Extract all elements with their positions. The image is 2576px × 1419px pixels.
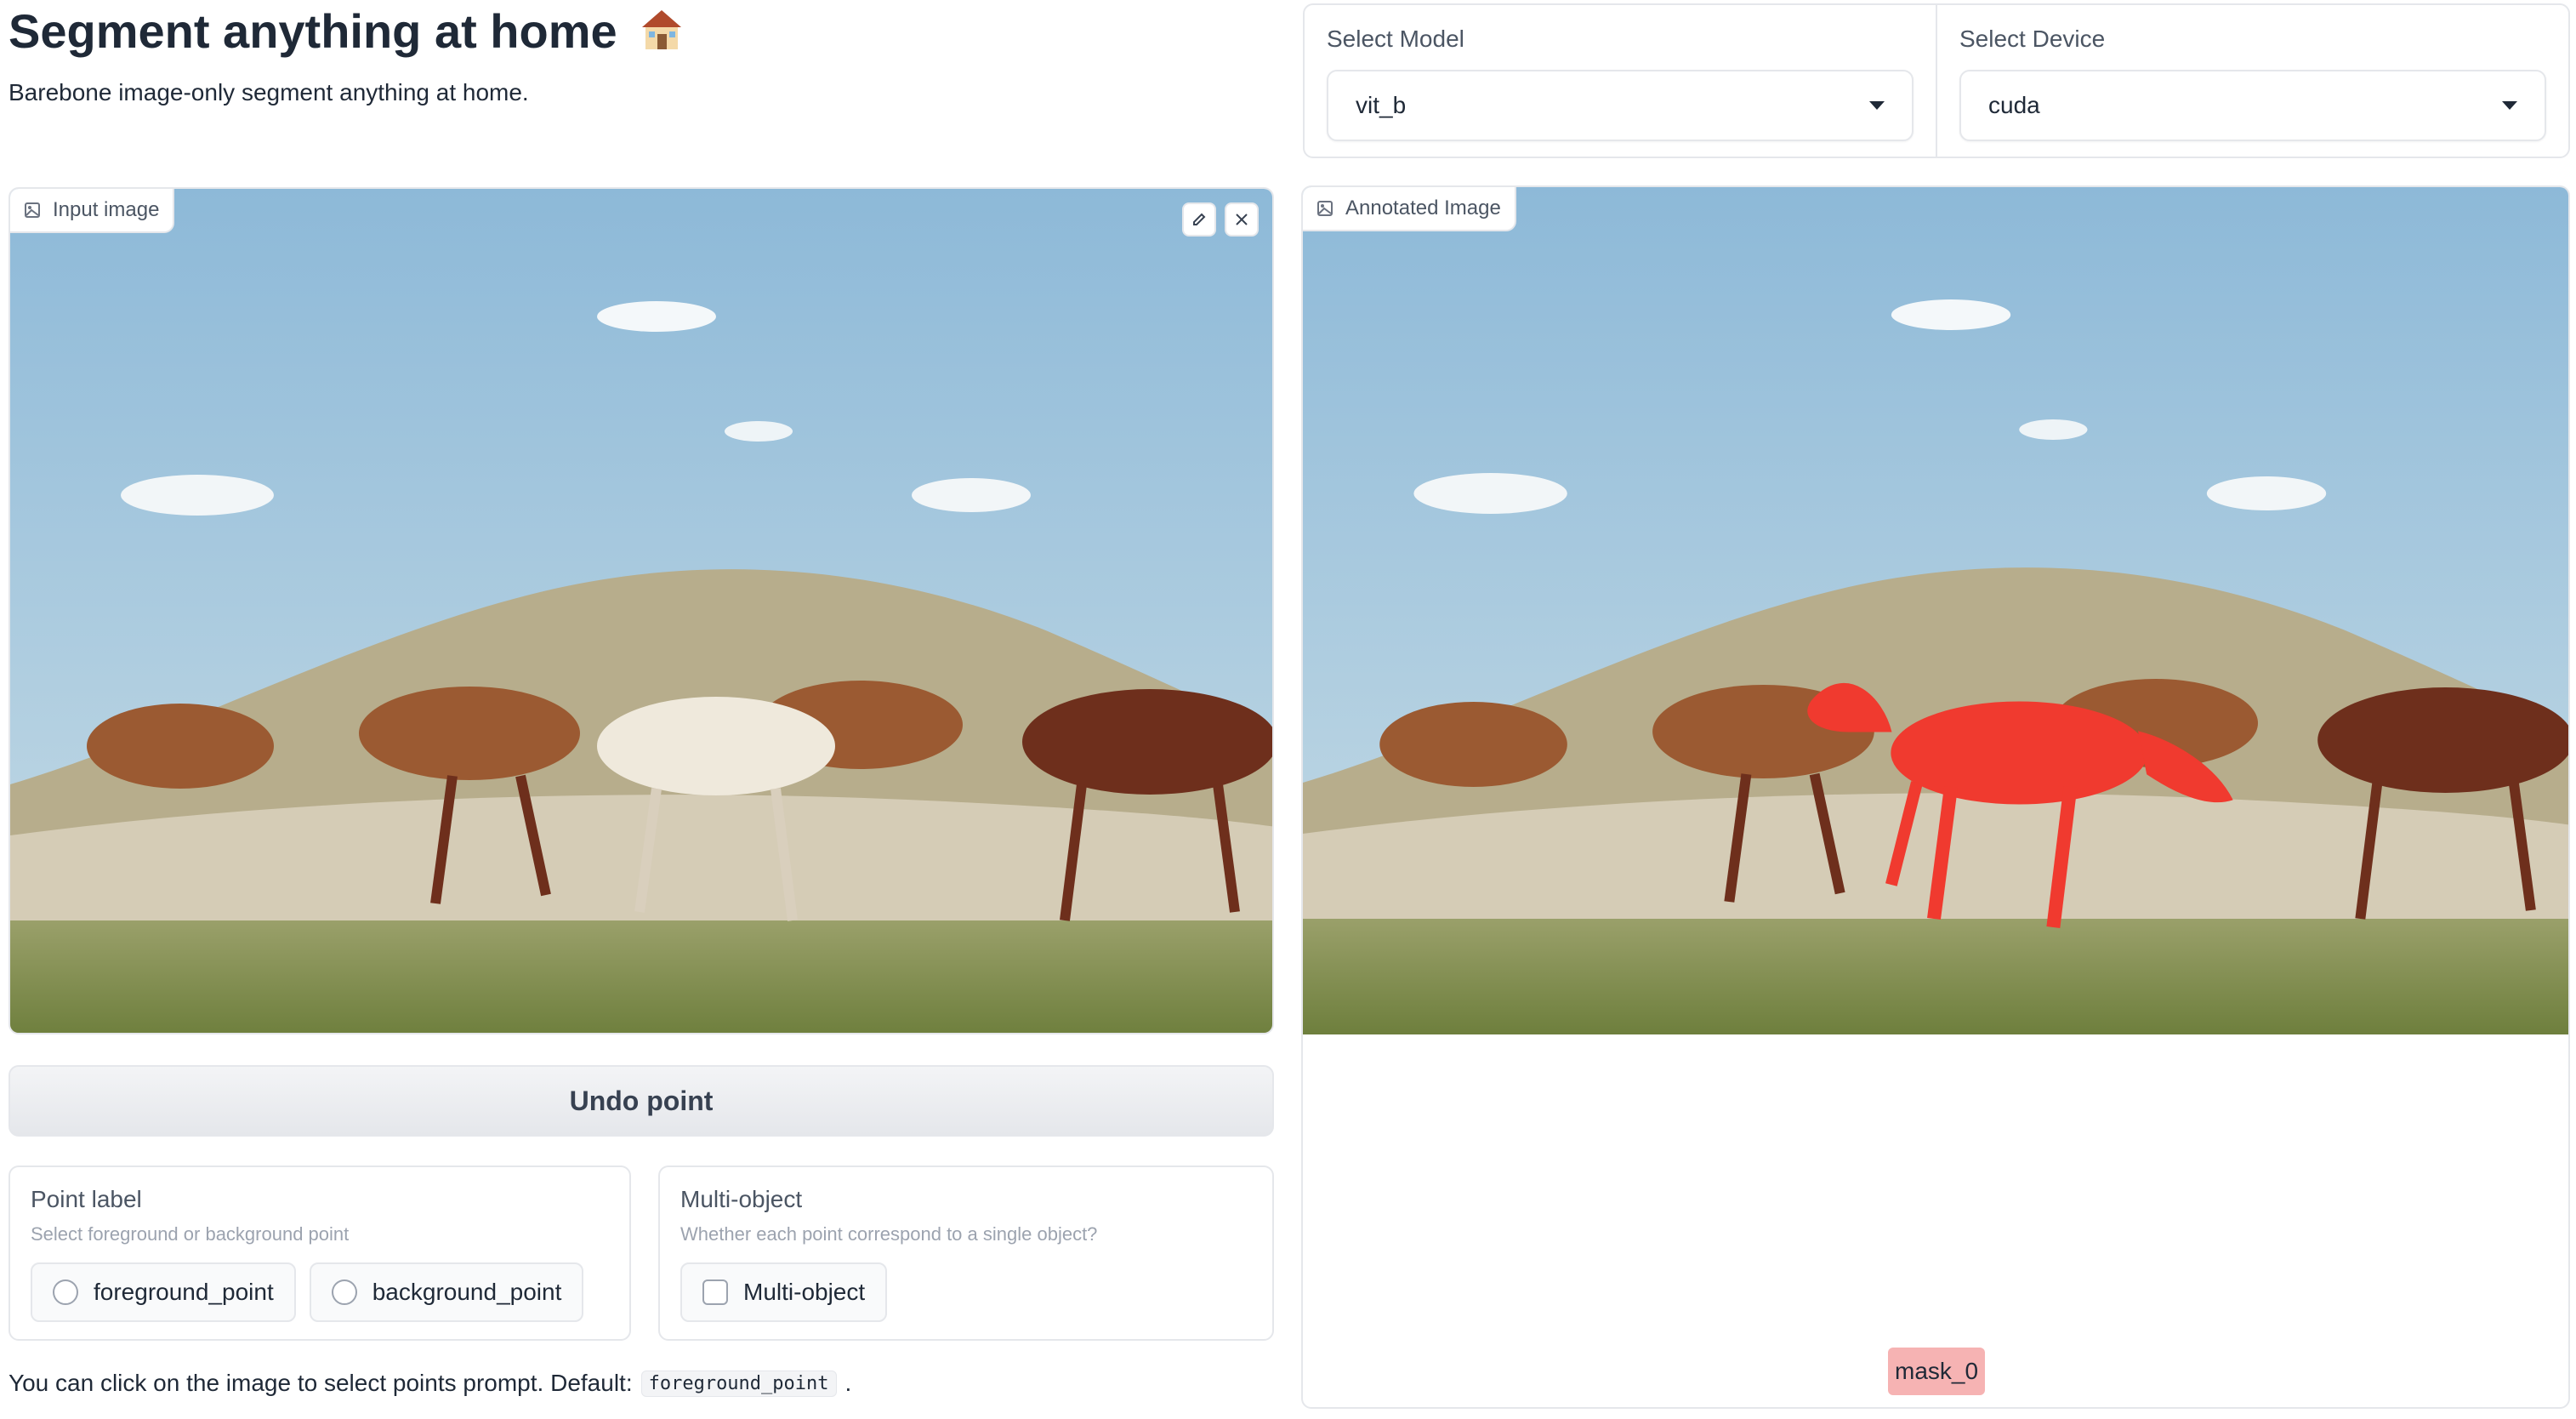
page-title: Segment anything at home bbox=[9, 3, 685, 59]
mask-legend-chip[interactable]: mask_0 bbox=[1888, 1348, 1986, 1395]
device-dropdown[interactable]: cuda bbox=[1959, 70, 2546, 141]
foreground-point-label: foreground_point bbox=[94, 1279, 274, 1305]
background-point-label: background_point bbox=[372, 1279, 562, 1305]
image-tools bbox=[1182, 202, 1259, 236]
close-icon bbox=[1236, 214, 1248, 225]
point-label-group: Point label Select foreground or backgro… bbox=[9, 1165, 631, 1341]
multi-object-info: Whether each point correspond to a singl… bbox=[680, 1223, 1098, 1245]
device-setting: Select Device cuda bbox=[1936, 5, 2568, 157]
point-label-options: foreground_point background_point bbox=[31, 1262, 609, 1322]
input-image-panel[interactable]: Input image bbox=[9, 187, 1274, 1034]
edit-icon bbox=[1193, 213, 1206, 225]
device-label: Select Device bbox=[1959, 26, 2106, 52]
input-image-badge: Input image bbox=[10, 189, 175, 233]
model-setting: Select Model vit_b bbox=[1305, 5, 1936, 157]
edit-button[interactable] bbox=[1182, 202, 1216, 236]
radio-circle bbox=[331, 1279, 357, 1305]
default-code: foreground_point bbox=[640, 1370, 837, 1397]
settings-panel: Select Model vit_b Select Device cuda bbox=[1303, 3, 2570, 158]
page-subtitle: Barebone image-only segment anything at … bbox=[9, 79, 529, 105]
device-value: cuda bbox=[1988, 92, 2040, 118]
radio-circle bbox=[53, 1279, 78, 1305]
annotated-image-panel: Annotated Image mask_0 bbox=[1301, 185, 2570, 1409]
footer-note: You can click on the image to select poi… bbox=[9, 1370, 851, 1397]
checkbox-box bbox=[702, 1279, 728, 1305]
annotated-image bbox=[1303, 187, 2568, 1034]
annotated-image-badge: Annotated Image bbox=[1303, 187, 1516, 231]
model-value: vit_b bbox=[1356, 92, 1407, 118]
house-icon bbox=[642, 10, 682, 49]
model-dropdown[interactable]: vit_b bbox=[1327, 70, 1914, 141]
multi-object-option-label: Multi-object bbox=[743, 1279, 866, 1305]
point-label-info: Select foreground or background point bbox=[31, 1223, 350, 1245]
caret-down-icon bbox=[1869, 101, 1885, 110]
model-label: Select Model bbox=[1327, 26, 1464, 52]
footer-end: . bbox=[844, 1370, 852, 1396]
background-point-radio[interactable]: background_point bbox=[309, 1262, 584, 1322]
footer-text: You can click on the image to select poi… bbox=[9, 1370, 633, 1396]
image-icon bbox=[25, 202, 40, 218]
caret-down-icon bbox=[2502, 101, 2517, 110]
image-icon bbox=[1317, 201, 1333, 216]
point-label-title: Point label bbox=[31, 1186, 142, 1212]
input-image[interactable] bbox=[10, 189, 1274, 1034]
multi-object-title: Multi-object bbox=[680, 1186, 803, 1212]
clear-image-button[interactable] bbox=[1225, 202, 1259, 236]
undo-point-button[interactable]: Undo point bbox=[9, 1065, 1274, 1137]
multi-object-group: Multi-object Whether each point correspo… bbox=[658, 1165, 1274, 1341]
input-image-label: Input image bbox=[53, 198, 160, 221]
foreground-point-radio[interactable]: foreground_point bbox=[31, 1262, 296, 1322]
multi-object-options: Multi-object bbox=[680, 1262, 1252, 1322]
annotated-image-label: Annotated Image bbox=[1345, 197, 1501, 219]
page-title-text: Segment anything at home bbox=[9, 4, 617, 58]
multi-object-checkbox[interactable]: Multi-object bbox=[680, 1262, 888, 1322]
app-root: Segment anything at home Barebone image-… bbox=[0, 0, 2576, 1419]
